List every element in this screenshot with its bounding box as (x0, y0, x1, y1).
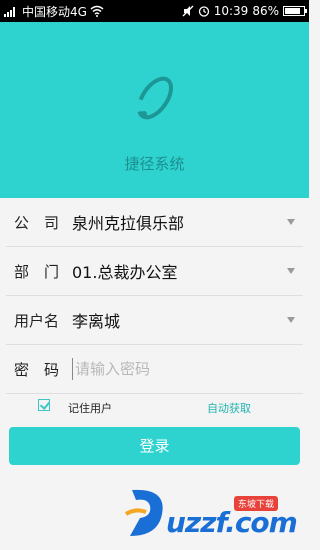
mute-icon (182, 5, 194, 17)
dropdown-arrow-icon (287, 317, 295, 323)
watermark-logo-icon (124, 489, 163, 536)
department-select[interactable]: 部 门 01.总裁办公室 (6, 247, 303, 296)
battery-icon (283, 6, 307, 16)
header-banner: 捷径系统 (0, 22, 309, 198)
remember-user-label[interactable]: 记住用户 (68, 400, 112, 416)
password-row: 密 码 (6, 345, 303, 394)
dropdown-arrow-icon (287, 268, 295, 274)
password-label: 密 码 (14, 360, 60, 379)
auto-get-link[interactable]: 自动获取 (207, 400, 251, 416)
watermark-text: uzzf.com (166, 506, 298, 539)
remember-user-checkbox[interactable] (38, 399, 50, 411)
clock-time: 10:39 (213, 4, 249, 18)
dropdown-arrow-icon (287, 219, 295, 225)
carrier-label: 中国移动4G (22, 4, 87, 19)
watermark-tag: 东坡下载 (234, 496, 279, 511)
alarm-icon (198, 6, 209, 17)
login-options: 记住用户 自动获取 (0, 397, 309, 417)
wifi-icon (90, 5, 104, 17)
company-value: 泉州克拉俱乐部 (72, 214, 185, 233)
app-title: 捷径系统 (124, 155, 185, 173)
login-button[interactable]: 登录 (9, 427, 300, 465)
company-label: 公 司 (14, 213, 60, 232)
signal-icon (4, 7, 15, 17)
department-label: 部 门 (14, 262, 60, 281)
login-form: 公 司 泉州克拉俱乐部 部 门 01.总裁办公室 用户名 李离城 密 码 (0, 198, 309, 394)
password-input[interactable] (72, 358, 303, 380)
username-select[interactable]: 用户名 李离城 (6, 296, 303, 345)
watermark: uzzf.com 东坡下载 (122, 482, 306, 544)
username-value: 李离城 (72, 312, 121, 331)
status-bar: 中国移动4G 10:39 86% (0, 0, 309, 22)
battery-percent: 86% (252, 4, 279, 18)
company-select[interactable]: 公 司 泉州克拉俱乐部 (6, 198, 303, 247)
department-value: 01.总裁办公室 (72, 263, 178, 282)
username-label: 用户名 (14, 311, 60, 330)
orbit-logo-icon (137, 76, 173, 120)
